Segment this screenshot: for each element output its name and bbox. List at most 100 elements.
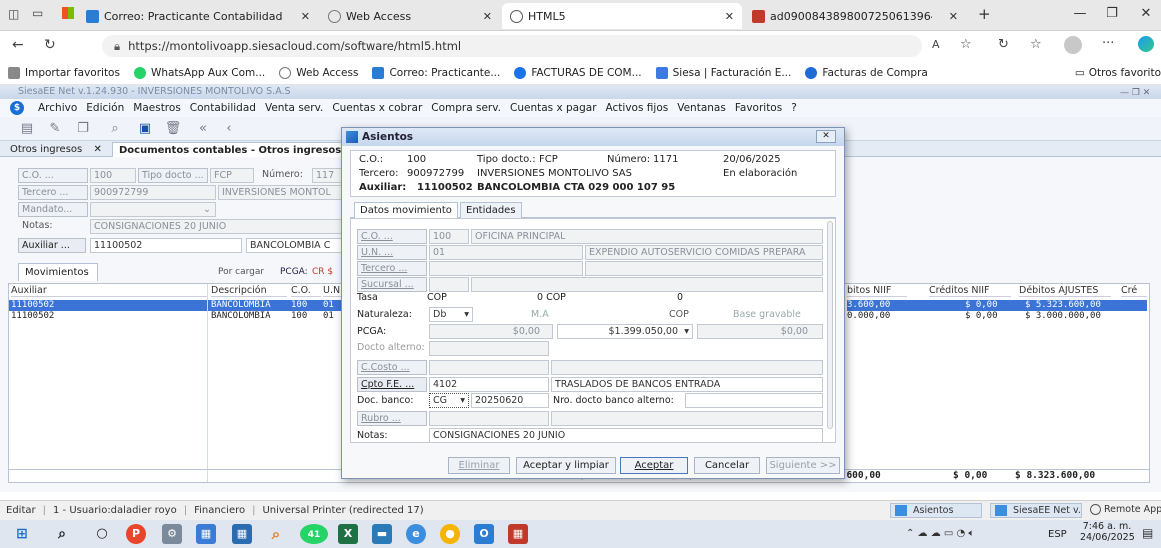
table-row-right[interactable]: 3.600,00 $ 0,00 $ 5.323.600,00 bbox=[847, 300, 1147, 311]
pcga-ma-field[interactable]: $0,00 bbox=[429, 324, 553, 339]
doc-banco-type-select[interactable]: CG ▾ bbox=[429, 393, 469, 408]
task-asientos[interactable]: Asientos bbox=[890, 503, 982, 518]
co-field[interactable]: 100 bbox=[90, 168, 136, 183]
dialog-close-icon[interactable]: ✕ bbox=[816, 130, 836, 143]
ccosto-field[interactable] bbox=[429, 360, 549, 375]
sucursal-lookup-button[interactable]: Sucursal ... bbox=[357, 277, 427, 292]
app-window-controls[interactable]: — ❐ ✕ bbox=[1120, 86, 1150, 100]
tab-html5[interactable]: HTML5 ✕ bbox=[502, 3, 742, 29]
naturaleza-select[interactable]: Db ▾ bbox=[429, 307, 473, 322]
tercero-lookup-button[interactable]: Tercero ... bbox=[357, 261, 427, 276]
col-header-debitos-niif[interactable]: bitos NIIF bbox=[847, 284, 907, 297]
extensions-icon[interactable]: ↻ bbox=[998, 37, 1009, 52]
rubro-lookup-button[interactable]: Rubro ... bbox=[357, 411, 427, 426]
search-icon[interactable]: ⌕ bbox=[52, 524, 72, 544]
rubro-field[interactable] bbox=[429, 411, 549, 426]
cortana-icon[interactable]: ○ bbox=[92, 524, 112, 544]
fav-web-access[interactable]: Web Access bbox=[279, 66, 358, 79]
clock[interactable]: 7:46 a. m. 24/06/2025 bbox=[1080, 521, 1135, 543]
tab-datos-movimiento[interactable]: Datos movimiento bbox=[354, 202, 458, 218]
table-row[interactable]: 11100502 BANCOLOMBIA 100 01 bbox=[9, 311, 343, 322]
fav-siesa[interactable]: Siesa | Facturación E... bbox=[655, 66, 791, 79]
tab-close-icon[interactable]: ✕ bbox=[943, 10, 958, 23]
menu-archivo[interactable]: Archivo bbox=[38, 102, 77, 114]
tercero-field[interactable] bbox=[429, 261, 583, 276]
mandato-select[interactable]: ⌄ bbox=[90, 202, 216, 217]
col-header-un[interactable]: U.N bbox=[323, 284, 343, 297]
new-tab-icon[interactable]: + bbox=[978, 5, 991, 23]
co-lookup-button[interactable]: C.O. ... bbox=[357, 229, 427, 244]
siesa-logo-icon[interactable]: $ bbox=[10, 101, 24, 115]
notas-field[interactable]: CONSIGNACIONES 20 JUNIO bbox=[429, 428, 823, 442]
fav-import[interactable]: Importar favoritos bbox=[8, 66, 120, 79]
menu-cuentas-cobrar[interactable]: Cuentas x cobrar bbox=[332, 102, 422, 114]
table-row-right[interactable]: 0.000,00 $ 0,00 $ 3.000.000,00 bbox=[847, 311, 1147, 322]
menu-contabilidad[interactable]: Contabilidad bbox=[190, 102, 256, 114]
app-icon-blue[interactable]: ▬ bbox=[372, 524, 392, 544]
read-aloud-icon[interactable]: A bbox=[932, 38, 940, 51]
fav-correo[interactable]: Correo: Practicante... bbox=[372, 66, 500, 79]
notifications-icon[interactable]: ▤ bbox=[1142, 526, 1153, 540]
tercero-lookup-button[interactable]: Tercero ... bbox=[18, 185, 88, 200]
tipo-docto-field[interactable]: FCP bbox=[210, 168, 254, 183]
aceptar-limpiar-button[interactable]: Aceptar y limpiar bbox=[516, 457, 616, 474]
whatsapp-icon[interactable]: 41 bbox=[300, 524, 328, 544]
menu-edicion[interactable]: Edición bbox=[86, 102, 124, 114]
task-remote-app[interactable]: Remote App bbox=[1088, 503, 1161, 518]
numero-field[interactable]: 117 bbox=[312, 168, 342, 183]
doc-tab-otros-ingresos[interactable]: Otros ingresos ✕ bbox=[4, 142, 108, 157]
tab-close-icon[interactable]: ✕ bbox=[93, 144, 101, 155]
calculator-icon[interactable]: ▦ bbox=[196, 524, 216, 544]
prev-record-icon[interactable]: ‹ bbox=[218, 119, 240, 139]
copilot-icon[interactable] bbox=[1138, 36, 1154, 52]
fav-others[interactable]: ▭ Otros favorito bbox=[1075, 67, 1161, 79]
copy-icon[interactable]: ❐ bbox=[72, 119, 94, 139]
tab-entidades[interactable]: Entidades bbox=[460, 202, 522, 218]
col-header-descripcion[interactable]: Descripción bbox=[211, 284, 287, 297]
doc-banco-field[interactable]: 20250620 bbox=[471, 393, 549, 408]
favorite-star-icon[interactable]: ☆ bbox=[960, 37, 972, 52]
minimize-icon[interactable]: — bbox=[1070, 6, 1090, 21]
calendar-icon[interactable]: ▦ bbox=[232, 524, 252, 544]
fav-whatsapp[interactable]: WhatsApp Aux Com... bbox=[133, 66, 265, 79]
restore-icon[interactable]: ❐ bbox=[1102, 6, 1122, 21]
movimientos-tab[interactable]: Movimientos bbox=[18, 263, 98, 281]
new-doc-icon[interactable]: ▤ bbox=[16, 119, 38, 139]
menu-compra-serv[interactable]: Compra serv. bbox=[431, 102, 501, 114]
tray-icons[interactable]: ⌃ ☁ ☁ ▭ ◔ 🔈︎ bbox=[906, 528, 974, 539]
auxiliar-lookup-button[interactable]: Auxiliar ... bbox=[18, 238, 86, 253]
table-row[interactable]: 11100502 BANCOLOMBIA 100 01 bbox=[9, 300, 343, 311]
mandato-lookup-button[interactable]: Mandato... bbox=[18, 202, 88, 217]
tipo-docto-button[interactable]: Tipo docto ... bbox=[138, 168, 208, 183]
cancelar-button[interactable]: Cancelar bbox=[694, 457, 760, 474]
workspaces-icon[interactable]: ◫ bbox=[8, 7, 19, 21]
excel-icon[interactable]: X bbox=[338, 524, 358, 544]
co-lookup-button[interactable]: C.O. ... bbox=[18, 168, 88, 183]
tab-web-access[interactable]: Web Access ✕ bbox=[320, 3, 500, 29]
refresh-icon[interactable]: ↻ bbox=[44, 37, 56, 53]
menu-favoritos[interactable]: Favoritos bbox=[735, 102, 782, 114]
aceptar-button[interactable]: Aceptar bbox=[620, 457, 688, 474]
edge-icon[interactable]: e bbox=[406, 524, 426, 544]
col-header-creditos-ajustes[interactable]: Cré bbox=[1121, 284, 1147, 297]
auxiliar-field[interactable]: 11100502 bbox=[90, 238, 242, 253]
cpto-fe-lookup-button[interactable]: Cpto F.E. ... bbox=[357, 377, 427, 392]
tab-close-icon[interactable]: ✕ bbox=[719, 10, 734, 23]
app-icon-tools[interactable]: ⚙ bbox=[162, 524, 182, 544]
language-indicator[interactable]: ESP bbox=[1048, 529, 1067, 540]
menu-venta-serv[interactable]: Venta serv. bbox=[265, 102, 323, 114]
task-siesa[interactable]: SiesaEE Net v... bbox=[990, 503, 1082, 518]
tab-correo[interactable]: Correo: Practicante Contabilidad ✕ bbox=[78, 3, 318, 29]
cpto-fe-field[interactable]: 4102 bbox=[429, 377, 549, 392]
nro-docto-alterno-field[interactable] bbox=[685, 393, 823, 408]
search-orange-icon[interactable]: ⌕ bbox=[266, 524, 286, 544]
menu-maestros[interactable]: Maestros bbox=[133, 102, 181, 114]
app-icon-p[interactable]: P bbox=[126, 524, 146, 544]
menu-activos-fijos[interactable]: Activos fijos bbox=[606, 102, 669, 114]
un-field[interactable]: 01 bbox=[429, 245, 583, 260]
search-icon[interactable]: ⌕ bbox=[104, 119, 126, 139]
doc-tab-documentos[interactable]: Documentos contables - Otros ingresos ✕ bbox=[112, 142, 367, 157]
first-record-icon[interactable]: « bbox=[192, 119, 214, 139]
tab-actions-icon[interactable]: ▭ bbox=[32, 6, 43, 20]
windows-start-icon[interactable]: ⊞ bbox=[12, 524, 32, 544]
